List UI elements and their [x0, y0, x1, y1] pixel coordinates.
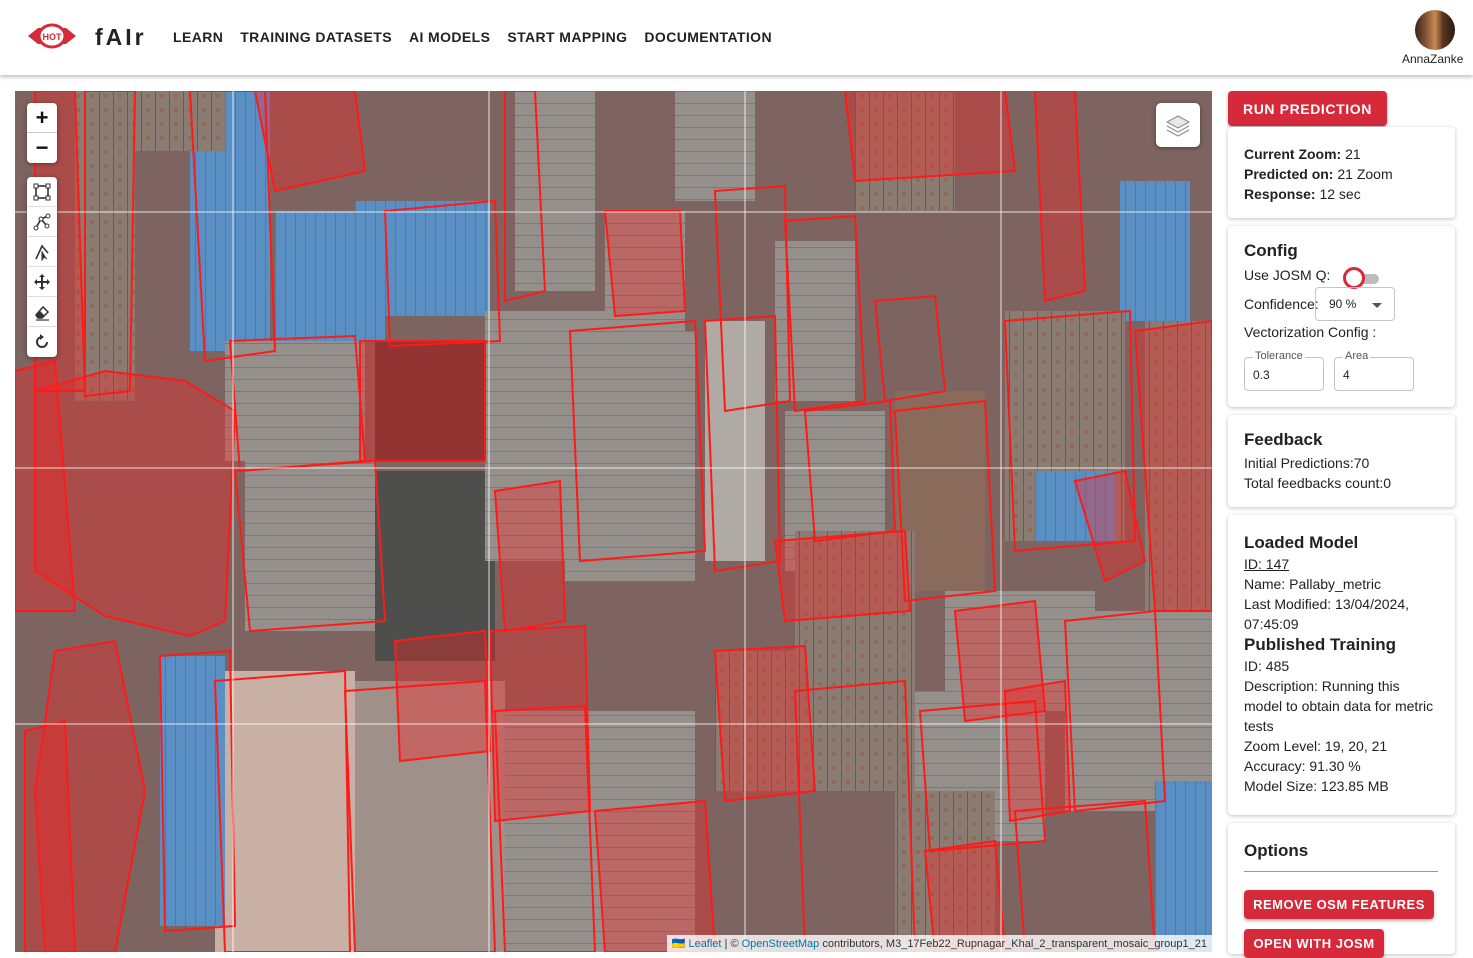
predicted-on-value: 21 Zoom — [1333, 166, 1393, 182]
username-label: AnnaZanke — [1402, 52, 1464, 66]
status-card: Current Zoom: 21 Predicted on: 21 Zoom R… — [1228, 127, 1455, 218]
options-card: Options REMOVE OSM FEATURES OPEN WITH JO… — [1228, 823, 1455, 958]
draw-toolbar — [27, 177, 57, 357]
response-value: 12 sec — [1315, 186, 1361, 202]
area-field[interactable]: Area 4 — [1334, 350, 1414, 391]
aerial-imagery-with-predictions — [15, 91, 1212, 952]
current-zoom-value: 21 — [1341, 146, 1361, 162]
model-last-modified: Last Modified: 13/04/2024, 07:45:09 — [1244, 596, 1410, 632]
dropdown-arrow-icon — [1372, 303, 1382, 308]
nav-ai-models[interactable]: AI MODELS — [409, 29, 490, 45]
model-name: Name: Pallaby_metric — [1244, 576, 1381, 592]
loaded-model-title: Loaded Model — [1244, 533, 1359, 552]
model-id-link[interactable]: ID: 147 — [1244, 554, 1439, 574]
nav-start-mapping[interactable]: START MAPPING — [507, 29, 627, 45]
vectorization-label: Vectorization Config : — [1244, 324, 1377, 340]
tolerance-value: 0.3 — [1253, 368, 1270, 382]
ukraine-flag-icon: 🇺🇦 — [671, 938, 686, 950]
top-app-bar: HOT fAIr LEARN TRAINING DATASETS AI MODE… — [0, 0, 1473, 75]
zoom-control: + − — [27, 103, 57, 163]
svg-text:HOT: HOT — [43, 32, 63, 42]
config-card: Config Use JOSM Q: Confidence: 90 % Vect… — [1228, 226, 1455, 407]
area-value: 4 — [1343, 368, 1350, 382]
feedback-title: Feedback — [1244, 430, 1323, 449]
remove-osm-features-button[interactable]: REMOVE OSM FEATURES — [1244, 890, 1434, 919]
main-nav: LEARN TRAINING DATASETS AI MODELS START … — [173, 29, 789, 45]
osm-link[interactable]: OpenStreetMap — [742, 938, 820, 950]
total-feedbacks: Total feedbacks count:0 — [1244, 475, 1392, 491]
training-description: Description: Running this model to obtai… — [1244, 678, 1434, 734]
josm-toggle[interactable] — [1343, 267, 1379, 289]
feedback-card: Feedback Initial Predictions:70 Total fe… — [1228, 415, 1455, 507]
training-zoom-level: Zoom Level: 19, 20, 21 — [1244, 738, 1388, 754]
user-avatar[interactable] — [1415, 10, 1455, 50]
response-label: Response: — [1244, 186, 1316, 202]
loaded-model-card: Loaded Model ID: 147 Name: Pallaby_metri… — [1228, 515, 1455, 815]
hot-logo[interactable]: HOT — [24, 21, 80, 51]
rotate-icon[interactable] — [27, 327, 57, 357]
nav-documentation[interactable]: DOCUMENTATION — [644, 29, 772, 45]
hot-logo-icon: HOT — [28, 23, 76, 49]
move-icon[interactable] — [27, 267, 57, 297]
eraser-icon[interactable] — [27, 297, 57, 327]
tolerance-field[interactable]: Tolerance 0.3 — [1244, 350, 1324, 391]
attribution-separator: | © — [721, 938, 742, 950]
tolerance-label: Tolerance — [1253, 350, 1305, 362]
edit-vertices-icon[interactable] — [27, 237, 57, 267]
attribution-text: contributors, M3_17Feb22_Rupnagar_Khal_2… — [819, 938, 1207, 950]
model-size: Model Size: 123.85 MB — [1244, 778, 1389, 794]
app-brand[interactable]: fAIr — [95, 24, 147, 51]
josm-label: Use JOSM Q: — [1244, 267, 1331, 283]
training-accuracy: Accuracy: 91.30 % — [1244, 758, 1361, 774]
draw-polygon-icon[interactable] — [27, 207, 57, 237]
nav-learn[interactable]: LEARN — [173, 29, 223, 45]
config-title: Config — [1244, 241, 1298, 260]
published-training-title: Published Training — [1244, 635, 1397, 654]
draw-rectangle-icon[interactable] — [27, 177, 57, 207]
confidence-select[interactable]: 90 % — [1315, 287, 1395, 321]
map-view[interactable]: + − 🇺🇦 Leaflet | © OpenStreetMap contrib… — [15, 91, 1212, 952]
layers-icon[interactable] — [1156, 103, 1200, 147]
options-title: Options — [1244, 841, 1309, 860]
confidence-value: 90 % — [1329, 297, 1357, 311]
leaflet-link[interactable]: Leaflet — [688, 938, 721, 950]
training-id: ID: 485 — [1244, 658, 1290, 674]
zoom-in-button[interactable]: + — [27, 103, 57, 133]
options-divider — [1244, 871, 1438, 872]
nav-training-datasets[interactable]: TRAINING DATASETS — [240, 29, 392, 45]
map-attribution: 🇺🇦 Leaflet | © OpenStreetMap contributor… — [666, 935, 1212, 952]
predicted-on-label: Predicted on: — [1244, 166, 1334, 182]
zoom-out-button[interactable]: − — [27, 133, 57, 163]
initial-predictions: Initial Predictions:70 — [1244, 455, 1370, 471]
area-label: Area — [1343, 350, 1371, 362]
current-zoom-label: Current Zoom: — [1244, 146, 1342, 162]
run-prediction-button[interactable]: RUN PREDICTION — [1228, 91, 1387, 126]
